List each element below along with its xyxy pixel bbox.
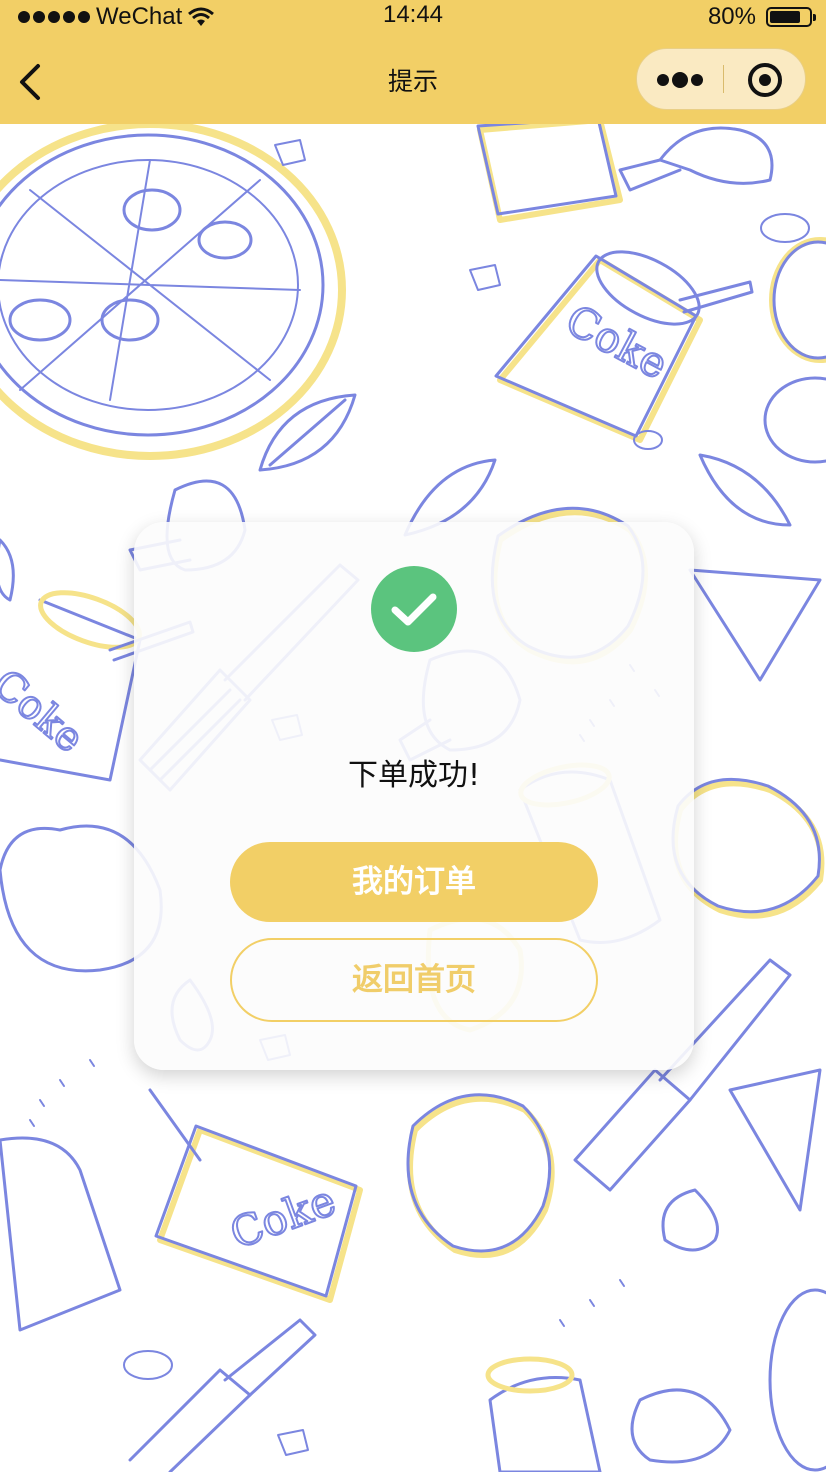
status-right: 80%	[707, 2, 816, 32]
right-edge-doodles	[763, 237, 826, 1472]
order-success-dialog: 下单成功! 我的订单 返回首页	[134, 522, 694, 1070]
battery-icon	[766, 7, 816, 27]
back-to-home-button[interactable]: 返回首页	[230, 938, 598, 1022]
svg-text:Coke: Coke	[558, 295, 676, 389]
success-message: 下单成功!	[347, 758, 481, 793]
check-circle-icon	[371, 566, 457, 652]
close-target-icon	[748, 63, 782, 97]
more-button[interactable]	[637, 49, 723, 109]
battery-tip	[813, 14, 816, 21]
battery-fill	[770, 11, 800, 23]
capsule-divider	[723, 65, 724, 93]
triangle-doodles	[688, 568, 822, 1212]
status-time: 14:44	[382, 1, 444, 28]
close-mini-program-button[interactable]	[725, 49, 807, 109]
more-dots-icon	[657, 72, 703, 88]
leaf-doodles	[258, 393, 792, 537]
battery-percent: 80%	[707, 3, 756, 30]
nav-bar: 提示	[0, 34, 826, 124]
svg-text:Coke: Coke	[224, 1175, 342, 1258]
mini-program-capsule	[636, 48, 806, 110]
coke-cup-doodle-top: Coke	[476, 116, 754, 443]
coke-cup-doodle-bottom: Coke	[0, 1088, 363, 1332]
pizza-doodle	[0, 120, 346, 460]
status-bar: WeChat 14:44 80%	[0, 0, 826, 34]
my-orders-button[interactable]: 我的订单	[230, 842, 598, 922]
svg-text:Coke: Coke	[0, 661, 92, 762]
